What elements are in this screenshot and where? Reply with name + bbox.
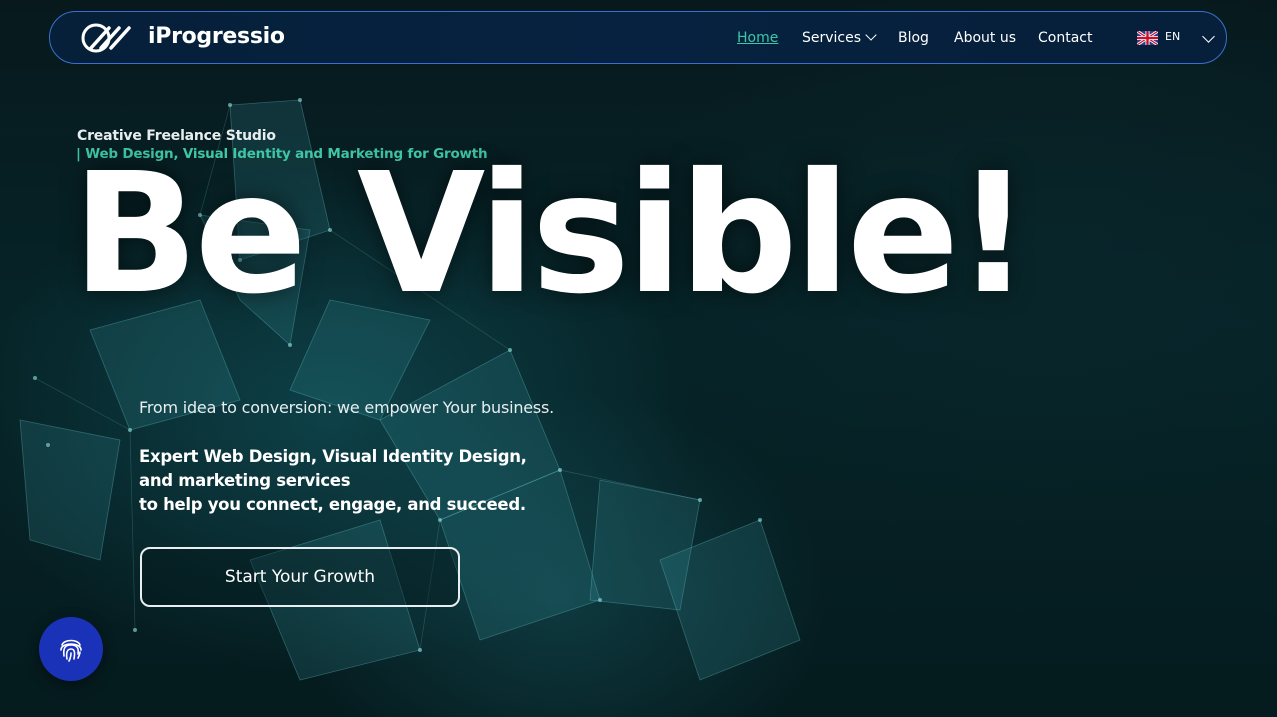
hero-description: Expert Web Design, Visual Identity Desig… [139, 445, 527, 517]
start-growth-button[interactable]: Start Your Growth [140, 547, 460, 607]
hero-lead: From idea to conversion: we empower Your… [139, 398, 555, 417]
hero-description-line: to help you connect, engage, and succeed… [139, 495, 526, 514]
language-code[interactable]: EN [1165, 30, 1180, 43]
nav-item-blog[interactable]: Blog [898, 30, 929, 46]
hero-description-line: Expert Web Design, Visual Identity Desig… [139, 447, 527, 466]
chevron-down-icon [865, 29, 877, 41]
navbar: iProgressio Home Services Blog About us … [49, 11, 1227, 64]
nav-item-services-label: Services [802, 30, 862, 46]
fingerprint-icon [60, 639, 82, 662]
uk-flag-icon[interactable] [1137, 31, 1158, 45]
fingerprint-button[interactable] [39, 617, 103, 681]
brand-name[interactable]: iProgressio [148, 24, 285, 49]
hero-headline: Be Visible! [72, 138, 1031, 331]
language-chevron-down-icon[interactable] [1202, 30, 1215, 43]
nav-item-home[interactable]: Home [737, 30, 778, 46]
hero-description-line: and marketing services [139, 471, 351, 490]
nav-item-about[interactable]: About us [954, 30, 1016, 46]
stripes-logo-icon[interactable] [81, 23, 133, 53]
page: iProgressio Home Services Blog About us … [0, 0, 1277, 717]
nav-item-services[interactable]: Services [802, 29, 877, 46]
network-background-graphic [19, 98, 801, 681]
nav-item-contact[interactable]: Contact [1038, 30, 1092, 46]
